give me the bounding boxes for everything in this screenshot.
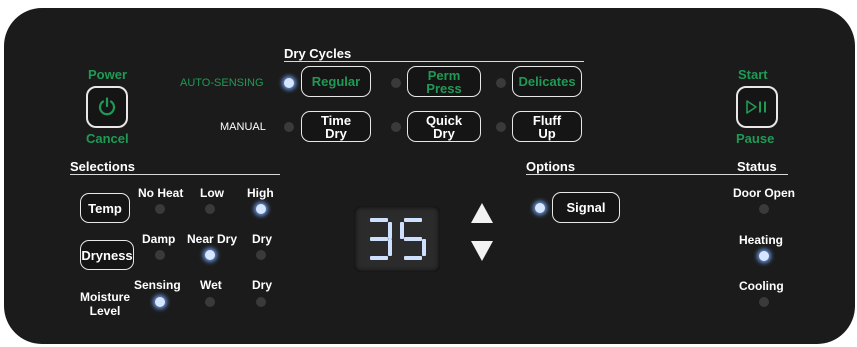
segment-1-d xyxy=(404,256,422,260)
auto-sensing-label: AUTO-SENSING xyxy=(180,77,264,89)
time-dry-led xyxy=(284,122,294,132)
start-pause-button[interactable] xyxy=(736,86,778,128)
status-header: Status xyxy=(737,159,777,174)
dryness-option-near-dry: Near Dry xyxy=(187,232,238,246)
segment-1-c xyxy=(422,239,426,256)
regular-led xyxy=(284,78,294,88)
dryness-button[interactable]: Dryness xyxy=(80,240,134,270)
temp-button[interactable]: Temp xyxy=(80,193,130,223)
perm-press-button[interactable]: Perm Press xyxy=(407,66,481,97)
status-cooling-label: Cooling xyxy=(739,279,784,293)
moisture-sensing-led xyxy=(155,297,165,307)
moisture-option-dry: Dry xyxy=(252,278,273,292)
quick-dry-button[interactable]: Quick Dry xyxy=(407,111,481,142)
segment-0-g xyxy=(370,237,388,241)
power-icon xyxy=(98,97,116,116)
time-dry-button[interactable]: Time Dry xyxy=(301,111,371,142)
time-display: 35 xyxy=(354,206,440,272)
temp-option-high: High xyxy=(247,186,274,200)
cancel-label: Cancel xyxy=(86,131,129,146)
power-button[interactable] xyxy=(86,86,128,128)
moisture-level-label: Moisture Level xyxy=(80,290,131,318)
quick-dry-led xyxy=(391,122,401,132)
delicates-button[interactable]: Delicates xyxy=(512,66,582,97)
moisture-wet-led xyxy=(205,297,215,307)
temp-high-led xyxy=(256,204,266,214)
dryness-damp-led xyxy=(155,250,165,260)
delicates-led xyxy=(496,78,506,88)
start-label: Start xyxy=(738,67,768,82)
up-arrow-button[interactable] xyxy=(470,202,494,224)
selections-header: Selections xyxy=(70,159,136,174)
dryness-dry-led xyxy=(256,250,266,260)
status-heating-label: Heating xyxy=(739,233,784,247)
moisture-option-sensing: Sensing xyxy=(134,278,181,292)
selections-divider xyxy=(70,174,280,175)
dry-cycles-divider xyxy=(284,61,584,62)
options-header: Options xyxy=(526,159,576,174)
signal-led xyxy=(535,203,545,213)
temp-low-led xyxy=(205,204,215,214)
moisture-option-wet: Wet xyxy=(200,278,222,292)
segment-0-d xyxy=(370,256,388,260)
cooling-led xyxy=(759,297,769,307)
power-label: Power xyxy=(88,67,128,82)
segment-1-g xyxy=(404,237,422,241)
dryness-near-dry-led xyxy=(205,250,215,260)
manual-label: MANUAL xyxy=(220,121,266,133)
segment-1-f xyxy=(400,222,404,239)
seven-segment-digits xyxy=(370,218,426,260)
play-pause-icon xyxy=(746,100,766,114)
options-status-divider xyxy=(526,174,788,175)
dryness-option-dry: Dry xyxy=(252,232,273,246)
door-open-led xyxy=(759,204,769,214)
temp-option-no-heat: No Heat xyxy=(138,186,184,200)
temp-no-heat-led xyxy=(155,204,165,214)
fluff-up-led xyxy=(496,122,506,132)
dryness-option-damp: Damp xyxy=(142,232,176,246)
moisture-dry-led xyxy=(256,297,266,307)
segment-0-a xyxy=(370,218,388,222)
control-panel: Power Cancel Dry Cycles AUTO-SENSING Reg… xyxy=(4,8,855,344)
status-door-open-label: Door Open xyxy=(733,186,795,200)
pause-label: Pause xyxy=(736,131,775,146)
segment-0-c xyxy=(388,239,392,256)
down-arrow-button[interactable] xyxy=(470,240,494,262)
segment-0-b xyxy=(388,222,392,239)
heating-led xyxy=(759,251,769,261)
dry-cycles-header: Dry Cycles xyxy=(284,46,352,61)
segment-1-a xyxy=(404,218,422,222)
perm-press-led xyxy=(391,78,401,88)
regular-button[interactable]: Regular xyxy=(301,66,371,97)
signal-button[interactable]: Signal xyxy=(552,192,620,223)
temp-option-low: Low xyxy=(200,186,224,200)
fluff-up-button[interactable]: Fluff Up xyxy=(512,111,582,142)
display-value: 35 xyxy=(440,206,441,207)
